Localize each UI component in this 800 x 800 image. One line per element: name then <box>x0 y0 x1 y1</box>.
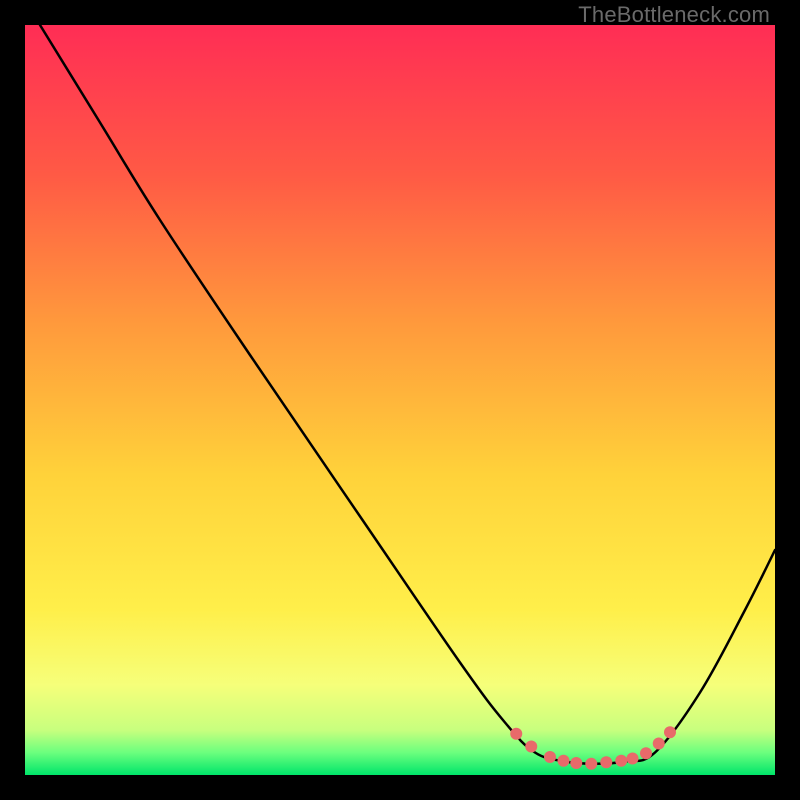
plot-area <box>25 25 775 775</box>
chart-frame: TheBottleneck.com <box>0 0 800 800</box>
gradient-background <box>25 25 775 775</box>
